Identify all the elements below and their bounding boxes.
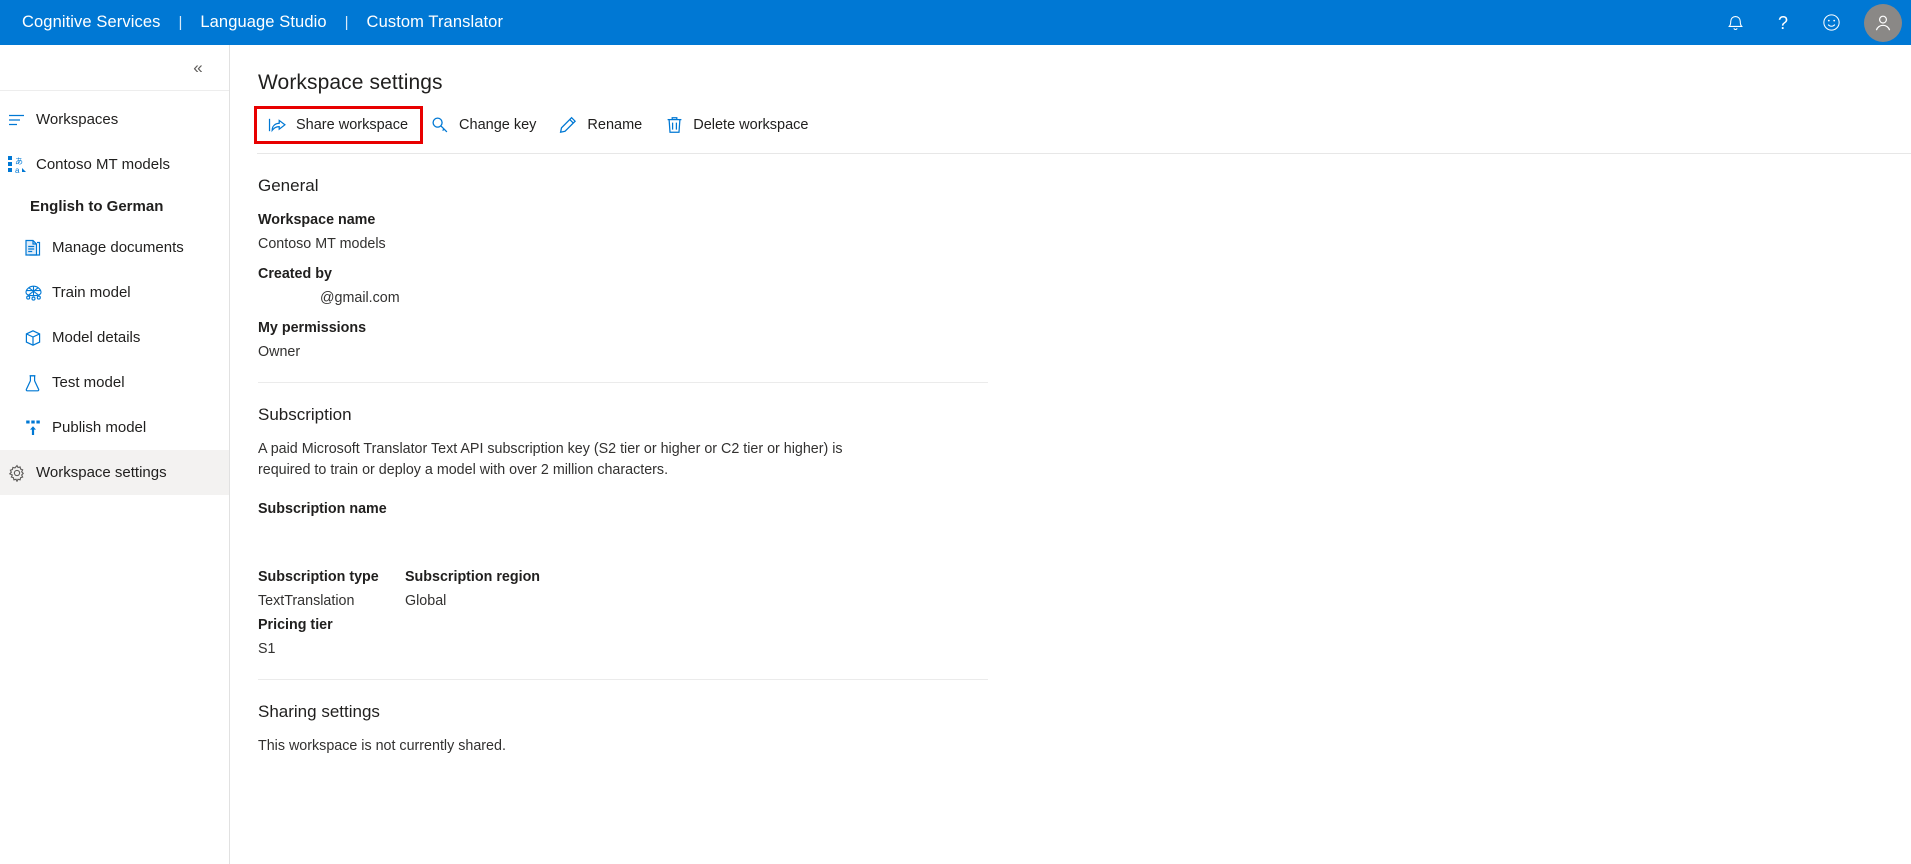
- sidebar-item-label: Workspaces: [36, 111, 119, 128]
- share-icon: [265, 117, 289, 133]
- cube-icon: [24, 328, 52, 348]
- sidebar-item-label: Train model: [52, 284, 131, 301]
- gear-icon: [8, 463, 36, 483]
- subscription-type-label: Subscription type: [258, 569, 379, 585]
- sharing-settings-title: Sharing settings: [258, 702, 380, 721]
- subscription-section-title: Subscription: [258, 405, 352, 424]
- workspace-name-value: Contoso MT models: [258, 236, 386, 252]
- sidebar-item-label: Manage documents: [52, 239, 184, 256]
- sidebar-header: «: [0, 45, 229, 91]
- translate-icon: あ a: [8, 155, 36, 175]
- sidebar-item-label: Model details: [52, 329, 141, 346]
- feedback-smiley-icon[interactable]: [1807, 0, 1855, 45]
- brand-separator: |: [344, 14, 349, 31]
- svg-text:a: a: [15, 166, 20, 174]
- pricing-tier-value: S1: [258, 641, 276, 657]
- user-avatar[interactable]: [1855, 0, 1911, 45]
- document-icon: [24, 238, 52, 258]
- my-permissions-label: My permissions: [258, 320, 367, 336]
- cognitive-services-link[interactable]: Cognitive Services: [22, 13, 160, 32]
- settings-content: General Workspace name Contoso MT models…: [230, 154, 1911, 756]
- sidebar-item-workspace-settings[interactable]: Workspace settings: [0, 450, 229, 495]
- my-permissions-value: Owner: [258, 344, 301, 360]
- subscription-region-field: Subscription region Global: [405, 567, 665, 611]
- subscription-type-value: TextTranslation: [258, 593, 355, 609]
- delete-workspace-button[interactable]: Delete workspace: [654, 109, 820, 141]
- created-by-label: Created by: [258, 266, 332, 282]
- sidebar-item-manage-documents[interactable]: Manage documents: [0, 225, 229, 270]
- pricing-tier-label: Pricing tier: [258, 617, 333, 633]
- pricing-tier-field: Pricing tier S1: [258, 615, 1911, 659]
- sidebar-item-label: Publish model: [52, 419, 147, 436]
- subscription-type-field: Subscription type TextTranslation: [258, 567, 405, 611]
- sharing-status-text: This workspace is not currently shared.: [258, 738, 506, 754]
- sidebar-item-test-model[interactable]: Test model: [0, 360, 229, 405]
- my-permissions-field: My permissions Owner: [258, 318, 1911, 362]
- subscription-name-value: [258, 523, 1911, 543]
- sidebar-subheading-label: English to German: [30, 197, 164, 215]
- help-question-icon[interactable]: ?: [1759, 0, 1807, 45]
- left-sidebar: « Workspaces あ a Contoso MT models Engli…: [0, 45, 230, 864]
- neural-network-icon: [24, 283, 52, 303]
- sidebar-item-label: Contoso MT models: [36, 156, 170, 173]
- workspace-name-label: Workspace name: [258, 212, 376, 228]
- subscription-region-label: Subscription region: [405, 569, 541, 585]
- workspace-name-field: Workspace name Contoso MT models: [258, 210, 1911, 254]
- app-shell: « Workspaces あ a Contoso MT models Engli…: [0, 45, 1911, 864]
- sidebar-item-contoso-mt-models[interactable]: あ a Contoso MT models: [0, 142, 229, 187]
- command-label: Rename: [587, 117, 643, 133]
- main-content: Workspace settings Share workspace Chang…: [230, 45, 1911, 864]
- subscription-name-field: Subscription name: [258, 499, 1911, 543]
- svg-text:あ: あ: [15, 157, 23, 166]
- avatar: [1864, 3, 1902, 42]
- top-bar-actions: ?: [1711, 0, 1911, 45]
- flask-icon: [24, 373, 52, 393]
- pencil-icon: [556, 116, 580, 134]
- page-title: Workspace settings: [258, 71, 443, 94]
- sidebar-item-publish-model[interactable]: Publish model: [0, 405, 229, 450]
- key-icon: [428, 116, 452, 134]
- brand-separator: |: [178, 14, 183, 31]
- trash-icon: [662, 116, 686, 134]
- command-label: Share workspace: [296, 117, 409, 133]
- collapse-sidebar-icon[interactable]: «: [185, 55, 211, 81]
- sidebar-item-english-to-german: English to German: [0, 187, 229, 225]
- command-toolbar: Share workspace Change key Rename Delete…: [230, 95, 1911, 144]
- sidebar-item-label: Test model: [52, 374, 125, 391]
- subscription-description: A paid Microsoft Translator Text API sub…: [258, 441, 843, 478]
- custom-translator-link[interactable]: Custom Translator: [367, 13, 504, 32]
- language-studio-link[interactable]: Language Studio: [200, 13, 326, 32]
- command-label: Delete workspace: [693, 117, 809, 133]
- notification-bell-icon[interactable]: [1711, 0, 1759, 45]
- sidebar-nav: Workspaces あ a Contoso MT models English…: [0, 91, 229, 495]
- list-icon: [8, 110, 36, 130]
- change-key-button[interactable]: Change key: [420, 109, 548, 141]
- sharing-settings-section: Sharing settings This workspace is not c…: [258, 680, 1911, 756]
- command-label: Change key: [459, 117, 537, 133]
- subscription-name-label: Subscription name: [258, 501, 387, 517]
- created-by-field: Created by @gmail.com: [258, 264, 1911, 308]
- subscription-section: Subscription A paid Microsoft Translator…: [258, 383, 1911, 680]
- svg-text:?: ?: [1778, 13, 1788, 33]
- subscription-type-region-row: Subscription type TextTranslation Subscr…: [258, 567, 1911, 611]
- general-section-title: General: [258, 176, 319, 195]
- brand-links: Cognitive Services | Language Studio | C…: [22, 13, 503, 32]
- top-navigation-bar: Cognitive Services | Language Studio | C…: [0, 0, 1911, 45]
- subscription-region-value: Global: [405, 593, 447, 609]
- created-by-value: @gmail.com: [320, 290, 400, 306]
- sidebar-item-train-model[interactable]: Train model: [0, 270, 229, 315]
- rename-button[interactable]: Rename: [548, 109, 654, 141]
- sidebar-item-label: Workspace settings: [36, 464, 167, 481]
- share-workspace-button[interactable]: Share workspace: [253, 106, 424, 144]
- sidebar-item-model-details[interactable]: Model details: [0, 315, 229, 360]
- general-section: General Workspace name Contoso MT models…: [258, 154, 1911, 383]
- sidebar-item-workspaces[interactable]: Workspaces: [0, 97, 229, 142]
- publish-upload-icon: [24, 418, 52, 438]
